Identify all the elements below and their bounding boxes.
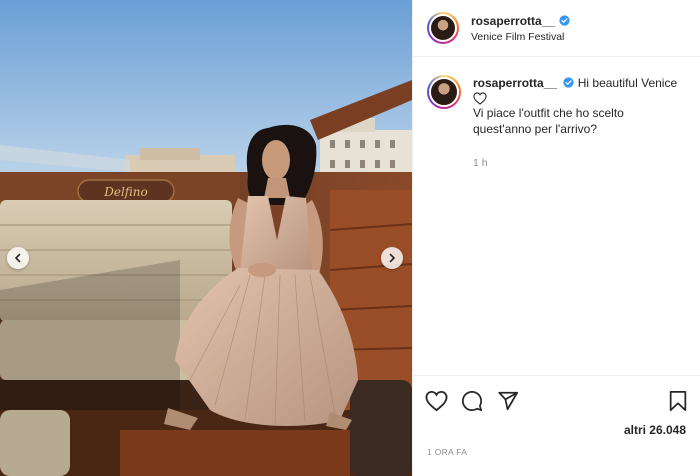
caption-text: Vi piace l'outfit che ho scelto quest'an… — [473, 106, 624, 136]
caption-username[interactable]: rosaperrotta__ — [473, 76, 557, 90]
avatar[interactable] — [427, 12, 459, 44]
heart-icon[interactable] — [425, 390, 448, 412]
comment-timestamp[interactable]: 1 h — [473, 155, 683, 171]
chevron-left-icon — [15, 253, 21, 263]
paper-plane-icon[interactable] — [497, 390, 519, 412]
boat-name-plate: Delfino — [103, 185, 148, 199]
carousel-prev-button[interactable] — [7, 247, 29, 269]
photo-illustration: Delfino — [0, 0, 412, 476]
carousel-next-button[interactable] — [381, 247, 403, 269]
chevron-right-icon — [389, 253, 395, 263]
heart-emoji-icon — [473, 92, 487, 105]
action-bar: altri 26.048 1 ORA FA — [413, 375, 700, 476]
bookmark-icon[interactable] — [668, 390, 688, 412]
post-date[interactable]: 1 ORA FA — [427, 447, 467, 457]
location-link[interactable]: Venice Film Festival — [471, 31, 570, 43]
verified-badge-icon — [559, 15, 570, 26]
comment-icon[interactable] — [461, 390, 483, 412]
caption-greeting: Hi beautiful Venice — [577, 76, 678, 90]
caption-comment: rosaperrotta__ Hi beautiful Venice Vi pi… — [413, 57, 700, 171]
header-username[interactable]: rosaperrotta__ — [471, 14, 555, 28]
post-side-panel: rosaperrotta__ Venice Film Festival rosa… — [412, 0, 700, 476]
caption-avatar[interactable] — [427, 75, 461, 109]
instagram-post: Delfino rosaperrotta__ Venice Film Festi… — [0, 0, 700, 476]
verified-badge-icon — [563, 77, 575, 88]
post-photo[interactable]: Delfino — [0, 0, 412, 476]
post-header: rosaperrotta__ Venice Film Festival — [413, 0, 700, 57]
likes-count[interactable]: altri 26.048 — [624, 423, 686, 437]
